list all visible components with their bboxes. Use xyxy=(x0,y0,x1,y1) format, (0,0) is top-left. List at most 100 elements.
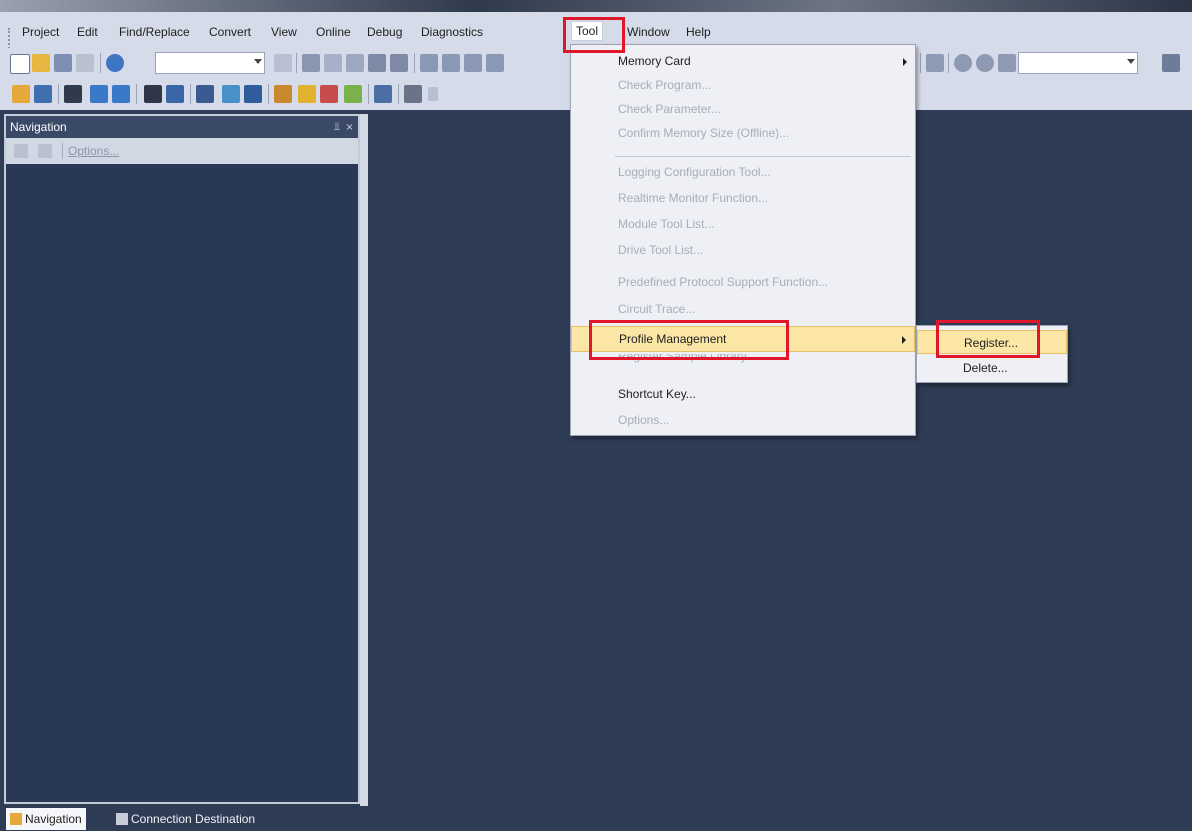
panel-tabs: Navigation Connection Destination xyxy=(0,806,368,831)
navigation-tree[interactable] xyxy=(6,164,358,802)
chevron-down-icon xyxy=(1127,59,1135,64)
chevron-down-icon xyxy=(254,59,262,64)
menu-item-confirm-memory-size[interactable]: Confirm Memory Size (Offline)... xyxy=(571,121,915,145)
close-icon[interactable]: × xyxy=(346,116,353,138)
split-window-icon[interactable] xyxy=(112,85,130,103)
menu-item-options[interactable]: Options... xyxy=(571,408,915,432)
menu-find-replace[interactable]: Find/Replace xyxy=(119,23,190,41)
menu-diagnostics[interactable]: Diagnostics xyxy=(421,23,483,41)
save-icon[interactable] xyxy=(54,54,72,72)
online-icon[interactable] xyxy=(374,85,392,103)
tab-navigation-label: Navigation xyxy=(25,812,82,826)
save-all-icon[interactable] xyxy=(34,85,52,103)
write-plc-icon[interactable] xyxy=(298,85,316,103)
menu-item-label: Options... xyxy=(618,413,670,427)
menu-item-delete[interactable]: Delete... xyxy=(917,356,1067,380)
menu-item-check-parameter[interactable]: Check Parameter... xyxy=(571,97,915,121)
menu-item-label: Realtime Monitor Function... xyxy=(618,191,769,205)
menu-item-memory-card[interactable]: Memory Card xyxy=(571,49,915,73)
device-list-icon[interactable] xyxy=(166,85,184,103)
open-project-icon[interactable] xyxy=(32,54,50,72)
monitor-icon[interactable] xyxy=(222,85,240,103)
menu-convert[interactable]: Convert xyxy=(209,23,251,41)
print-icon[interactable] xyxy=(76,54,94,72)
menu-online[interactable]: Online xyxy=(316,23,351,41)
find-next-icon[interactable] xyxy=(464,54,482,72)
menu-item-shortcut-key[interactable]: Shortcut Key... xyxy=(571,382,915,406)
menu-view[interactable]: View xyxy=(271,23,297,41)
zoom-combo[interactable] xyxy=(1018,52,1138,74)
menu-help[interactable]: Help xyxy=(686,23,711,41)
menu-item-module-tool-list[interactable]: Module Tool List... xyxy=(571,212,915,236)
help-circle-icon[interactable] xyxy=(106,54,124,72)
toolbar-separator xyxy=(100,53,101,73)
tab-connection-destination[interactable]: Connection Destination xyxy=(112,808,259,830)
project-combo[interactable] xyxy=(155,52,265,74)
tool-menu: Memory Card Check Program... Check Param… xyxy=(570,44,916,436)
navigation-title: Navigation xyxy=(10,120,67,134)
toolbar-separator xyxy=(136,84,137,104)
menu-item-label: Shortcut Key... xyxy=(618,387,696,401)
submenu-arrow-icon xyxy=(902,336,906,344)
menu-item-label: Module Tool List... xyxy=(618,217,715,231)
menu-item-label: Memory Card xyxy=(618,54,691,68)
module-icon[interactable] xyxy=(64,85,82,103)
menu-item-realtime-monitor[interactable]: Realtime Monitor Function... xyxy=(571,186,915,210)
toolbar-overflow-icon[interactable] xyxy=(274,54,292,72)
undo-icon[interactable] xyxy=(368,54,386,72)
menu-item-label: Drive Tool List... xyxy=(618,243,704,257)
toolbar-separator xyxy=(190,84,191,104)
menu-item-register[interactable]: Register... xyxy=(917,330,1067,354)
menu-item-label: Logging Configuration Tool... xyxy=(618,165,771,179)
find-icon[interactable] xyxy=(420,54,438,72)
menu-item-label: Check Program... xyxy=(618,78,712,92)
menu-item-drive-tool-list[interactable]: Drive Tool List... xyxy=(571,238,915,262)
binoculars-icon[interactable] xyxy=(144,85,162,103)
search-device-icon[interactable] xyxy=(404,85,422,103)
menu-edit[interactable]: Edit xyxy=(77,23,98,41)
menu-item-label: Delete... xyxy=(963,361,1008,375)
zoom-fit-icon[interactable] xyxy=(926,54,944,72)
pin-icon[interactable]: ⫫ xyxy=(334,116,340,138)
menu-item-logging-configuration[interactable]: Logging Configuration Tool... xyxy=(571,160,915,184)
redo-icon[interactable] xyxy=(390,54,408,72)
read-plc-icon[interactable] xyxy=(320,85,338,103)
menu-item-label: Register Sample Library... xyxy=(618,354,756,363)
menu-separator xyxy=(615,156,911,157)
collapse-icon[interactable] xyxy=(38,144,52,158)
copy-icon[interactable] xyxy=(324,54,342,72)
menu-project[interactable]: Project xyxy=(22,23,59,41)
tree-view-icon[interactable] xyxy=(14,144,28,158)
menu-item-register-sample-library[interactable]: Register Sample Library... xyxy=(571,354,915,370)
new-project-icon[interactable] xyxy=(10,54,30,74)
tab-navigation[interactable]: Navigation xyxy=(6,808,86,830)
navigation-tab-icon xyxy=(10,813,22,825)
replace-icon[interactable] xyxy=(442,54,460,72)
menu-item-check-program[interactable]: Check Program... xyxy=(571,73,915,97)
navigation-options-link[interactable]: Options... xyxy=(68,138,119,164)
menu-item-profile-management[interactable]: Profile Management xyxy=(571,326,915,352)
menu-item-circuit-trace[interactable]: Circuit Trace... xyxy=(571,297,915,321)
cross-reference-icon[interactable] xyxy=(486,54,504,72)
zoom-in-icon[interactable] xyxy=(954,54,972,72)
paste-icon[interactable] xyxy=(346,54,364,72)
zoom-out-icon[interactable] xyxy=(976,54,994,72)
device-memory-icon[interactable] xyxy=(244,85,262,103)
toolbar-separator xyxy=(414,53,415,73)
ladder-icon[interactable] xyxy=(12,85,30,103)
navigation-header: Navigation ⫫ × xyxy=(6,116,358,138)
verify-plc-icon[interactable] xyxy=(344,85,362,103)
cut-icon[interactable] xyxy=(302,54,320,72)
toolbar-overflow-icon[interactable] xyxy=(428,87,438,101)
toolbar-options-icon[interactable] xyxy=(1162,54,1180,72)
window-icon[interactable] xyxy=(90,85,108,103)
panel-splitter[interactable] xyxy=(360,114,368,831)
menu-window[interactable]: Window xyxy=(627,23,670,41)
connection-tab-icon xyxy=(116,813,128,825)
menu-debug[interactable]: Debug xyxy=(367,23,402,41)
menu-tool[interactable]: Tool xyxy=(571,21,604,41)
zoom-reset-icon[interactable] xyxy=(998,54,1016,72)
buffer-memory-icon[interactable] xyxy=(274,85,292,103)
network-icon[interactable] xyxy=(196,85,214,103)
menu-item-predefined-protocol[interactable]: Predefined Protocol Support Function... xyxy=(571,270,915,294)
